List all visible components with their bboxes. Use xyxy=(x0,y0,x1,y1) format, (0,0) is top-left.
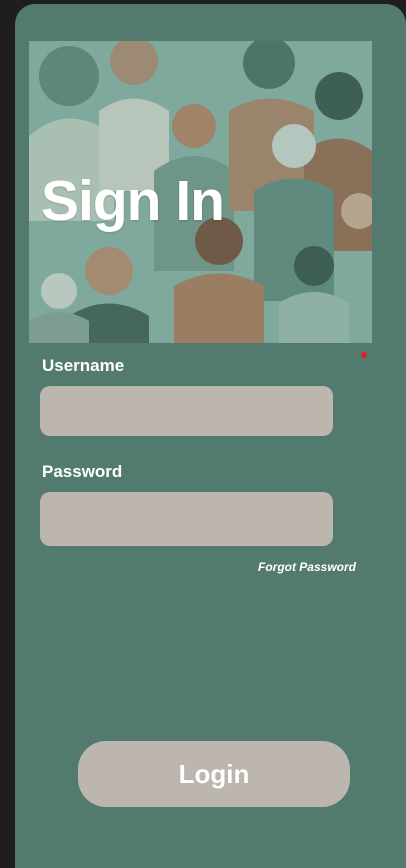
page-title: Sign In xyxy=(41,169,225,233)
hero-illustration: Sign In xyxy=(29,41,372,343)
login-screen: Sign In Username Password Forgot Passwor… xyxy=(15,4,406,868)
forgot-password-link[interactable]: Forgot Password xyxy=(258,560,356,574)
username-label: Username xyxy=(42,356,125,375)
login-button[interactable]: Login xyxy=(78,741,350,807)
status-dot xyxy=(361,352,367,358)
password-label: Password xyxy=(42,462,123,481)
password-input[interactable] xyxy=(40,492,333,546)
username-input[interactable] xyxy=(40,386,333,436)
